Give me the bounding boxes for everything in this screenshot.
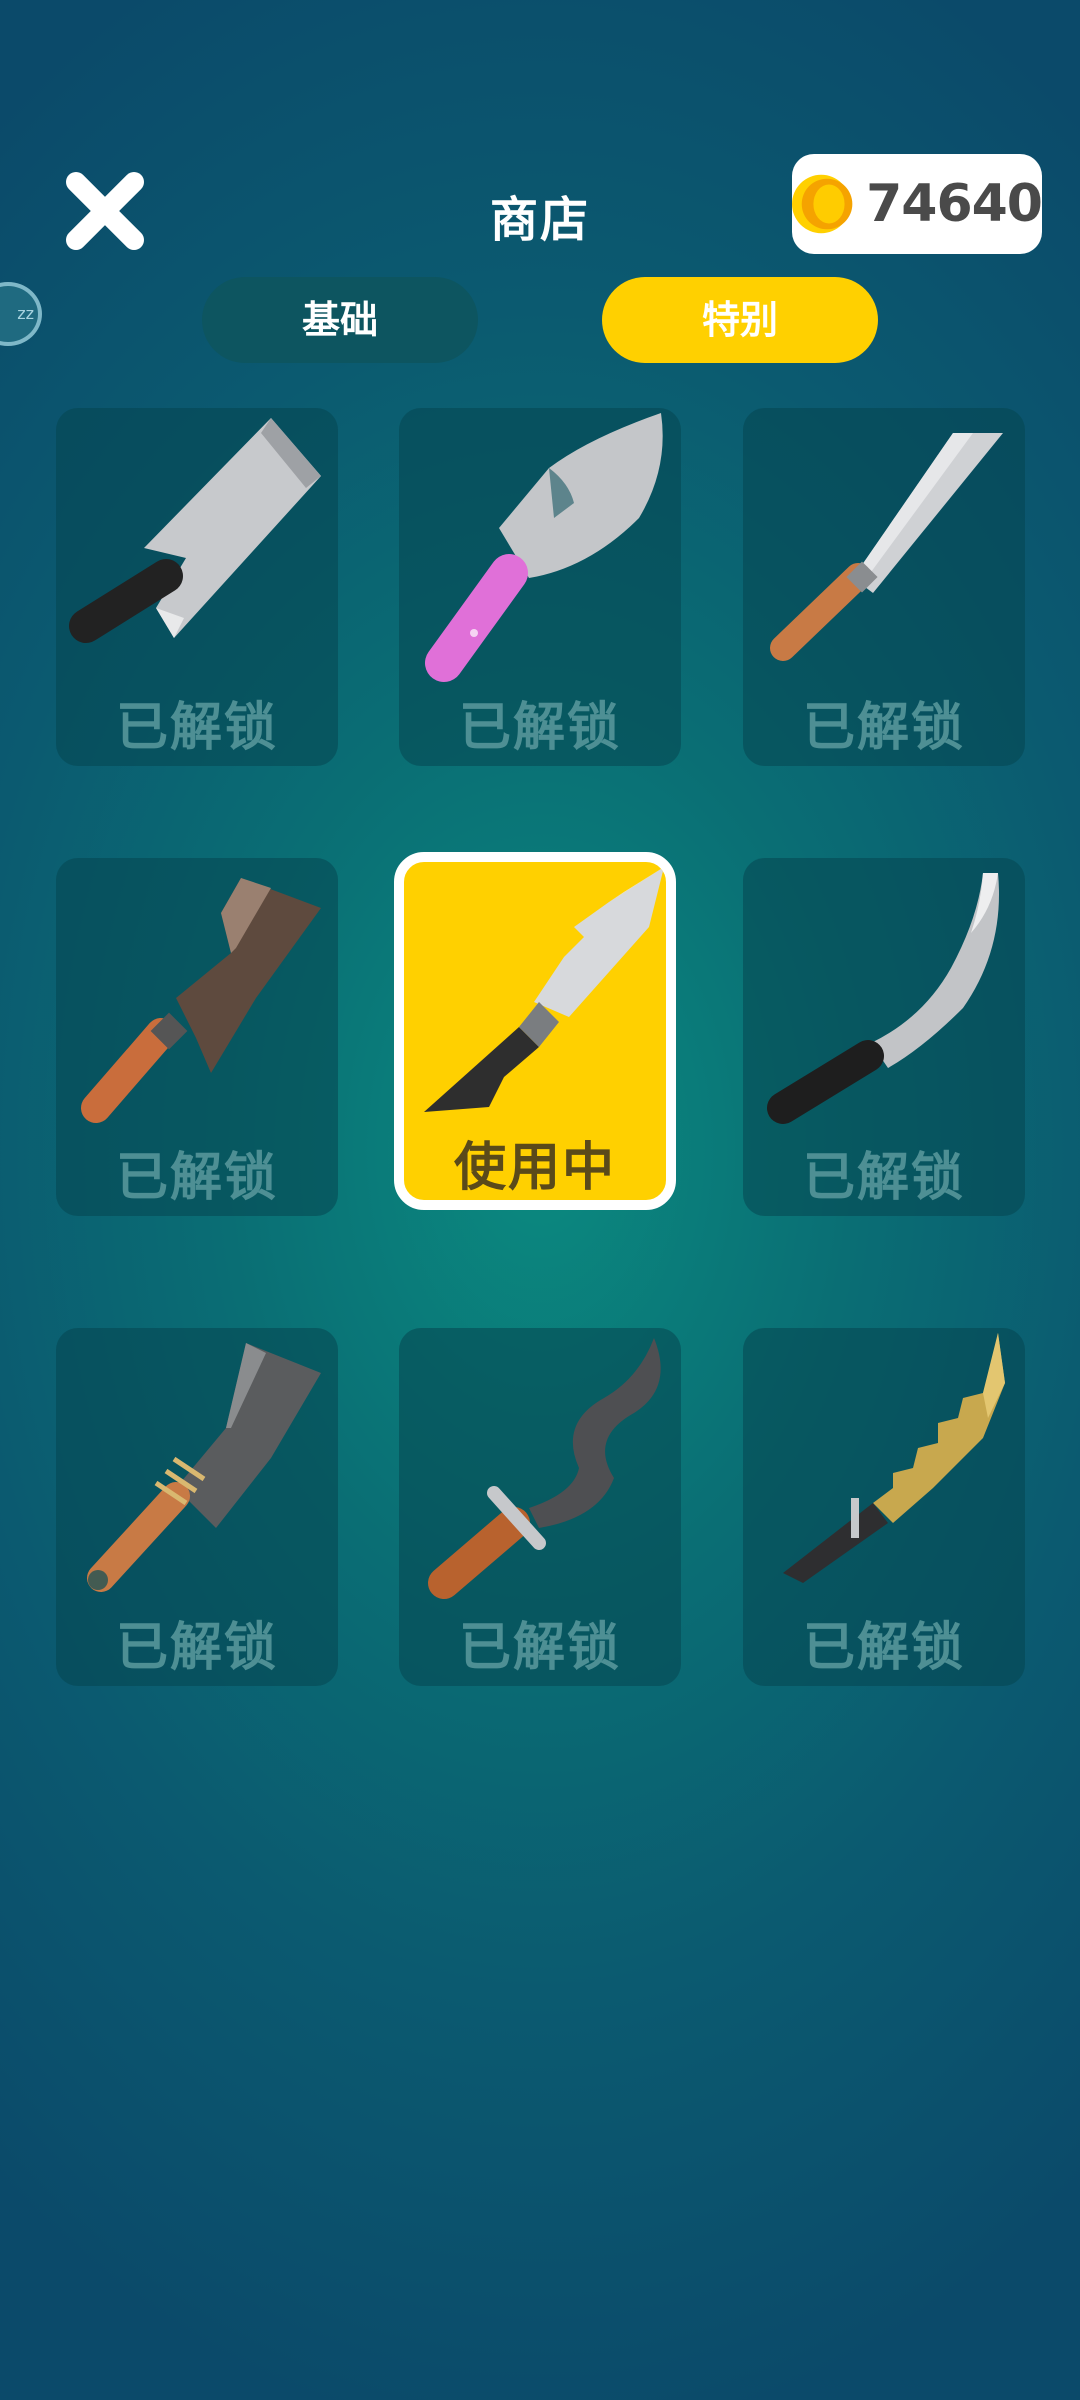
knife-card[interactable]: 已解锁: [743, 1328, 1025, 1686]
rope-cleaver-icon: [87, 1343, 321, 1592]
knife-card[interactable]: 已解锁: [399, 408, 681, 766]
serrated-blade-icon: [783, 1333, 1005, 1583]
knife-status: 已解锁: [458, 1618, 621, 1678]
knife-card[interactable]: 已解锁: [56, 408, 338, 766]
tab-basic[interactable]: 基础: [202, 277, 478, 363]
coin-icon: [792, 168, 862, 240]
knife-status: 已解锁: [115, 698, 278, 758]
knife-status: 已解锁: [115, 1618, 278, 1678]
knife-card[interactable]: 已解锁: [56, 1328, 338, 1686]
knife-status: 已解锁: [458, 698, 621, 758]
knife-status: 已解锁: [802, 1148, 965, 1208]
knife-card[interactable]: 已解锁: [399, 1328, 681, 1686]
wavy-knife-icon: [428, 1338, 661, 1599]
hunting-knife-icon: [424, 867, 664, 1112]
knife-card-selected[interactable]: 使用中: [394, 852, 676, 1210]
tab-special[interactable]: 特别: [602, 277, 878, 363]
knife-status: 已解锁: [802, 1618, 965, 1678]
machete-icon: [767, 873, 999, 1124]
chef-knife-icon: [770, 433, 1003, 661]
side-avatar[interactable]: zz: [0, 282, 42, 346]
knife-status: 已解锁: [802, 698, 965, 758]
coin-count: 74640: [866, 174, 1043, 234]
coin-balance: 74640: [792, 154, 1043, 254]
cleaver-knife-icon: [69, 418, 321, 643]
pink-knife-icon: [425, 413, 663, 682]
knife-status: 已解锁: [115, 1148, 278, 1208]
knife-status: 使用中: [453, 1138, 616, 1198]
knife-card[interactable]: 已解锁: [56, 858, 338, 1216]
chopper-icon: [81, 878, 321, 1123]
knife-card[interactable]: 已解锁: [743, 858, 1025, 1216]
knife-card[interactable]: 已解锁: [743, 408, 1025, 766]
